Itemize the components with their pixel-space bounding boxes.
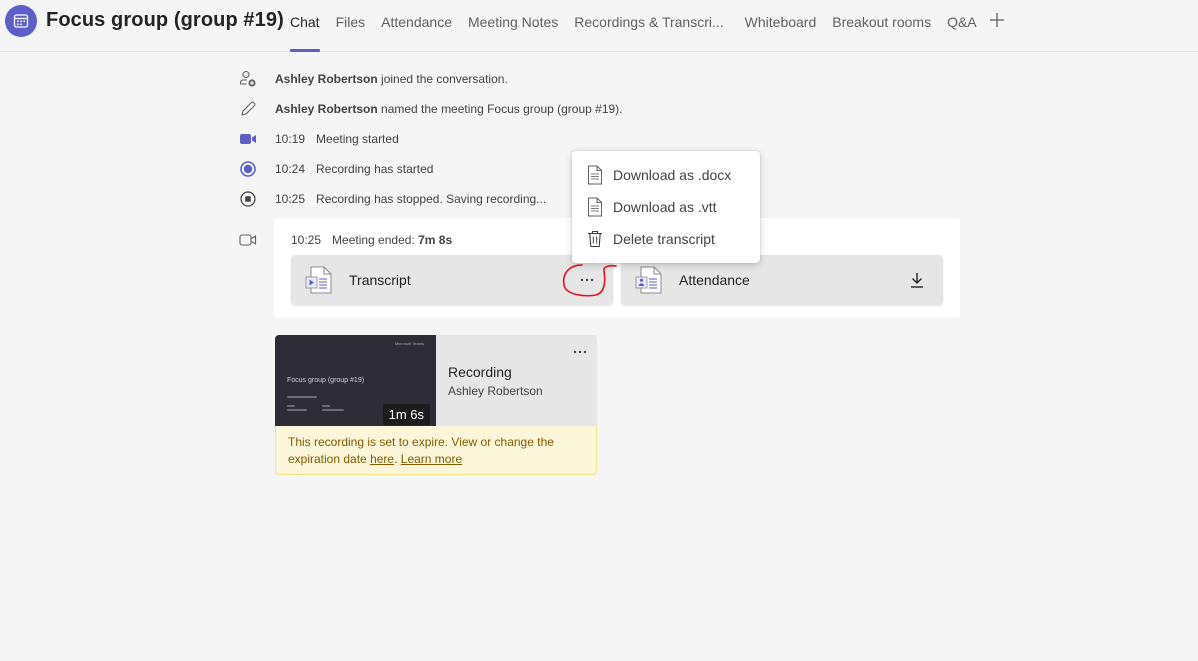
tab-whiteboard[interactable]: Whiteboard [745, 0, 817, 52]
thumbnail-detail-line [322, 409, 344, 411]
event-time: 10:24 [275, 162, 305, 176]
thumbnail-brand: Microsoft Teams [395, 341, 424, 346]
recording-card: Microsoft Teams Focus group (group #19) … [275, 335, 597, 475]
meeting-ended-label: Meeting ended: [332, 233, 418, 247]
more-options-icon[interactable] [566, 338, 594, 366]
download-icon[interactable] [903, 266, 931, 294]
transcript-file-icon [305, 265, 335, 295]
event-actor: Ashley Robertson [275, 102, 378, 116]
record-icon [237, 158, 259, 180]
event-text: Recording has stopped. Saving recording.… [316, 192, 546, 206]
tab-attendance[interactable]: Attendance [381, 0, 452, 52]
expiration-here-link[interactable]: here [370, 452, 394, 466]
meeting-duration: 7m 8s [418, 233, 452, 247]
thumbnail-title: Focus group (group #19) [287, 377, 364, 384]
tab-qa[interactable]: Q&A [947, 0, 977, 52]
tab-chat[interactable]: Chat [290, 0, 320, 52]
expiration-notice: This recording is set to expire. View or… [275, 426, 597, 475]
recording-header[interactable]: Microsoft Teams Focus group (group #19) … [275, 335, 597, 426]
transcript-name: Transcript [349, 272, 411, 288]
menu-item-label: Download as .docx [613, 167, 731, 183]
menu-item-label: Delete transcript [613, 231, 715, 247]
event-time: 10:25 [291, 233, 321, 247]
attendance-name: Attendance [679, 272, 750, 288]
thumbnail-detail-line [287, 396, 317, 398]
event-text: Meeting started [316, 132, 399, 146]
event-time: 10:25 [275, 192, 305, 206]
event-renamed: Ashley Robertson named the meeting Focus… [237, 98, 623, 120]
meeting-ended-line: 10:25 Meeting ended: 7m 8s [291, 233, 452, 247]
tab-bar: Chat Files Attendance Meeting Notes Reco… [290, 0, 977, 52]
expiration-separator: . [394, 452, 401, 466]
menu-item-download-vtt[interactable]: Download as .vtt [572, 191, 760, 223]
event-recording-stopped: 10:25 Recording has stopped. Saving reco… [237, 188, 546, 210]
tab-meeting-notes[interactable]: Meeting Notes [468, 0, 558, 52]
calendar-icon [5, 5, 37, 37]
transcript-tile[interactable]: Transcript [291, 255, 613, 305]
more-options-icon[interactable] [573, 266, 601, 294]
event-meeting-started: 10:19 Meeting started [237, 128, 399, 150]
thumbnail-detail-line [287, 409, 307, 411]
event-time: 10:19 [275, 132, 305, 146]
person-add-icon [237, 68, 259, 90]
event-text: joined the conversation. [378, 72, 508, 86]
thumbnail-detail-line [287, 405, 295, 407]
event-recording-started: 10:24 Recording has started [237, 158, 433, 180]
recording-title: Recording [448, 364, 512, 380]
transcript-context-menu: Download as .docx Download as .vtt Delet… [572, 151, 760, 263]
learn-more-link[interactable]: Learn more [401, 452, 462, 466]
attendance-file-icon [635, 265, 665, 295]
plus-icon[interactable] [988, 11, 1006, 29]
document-icon [586, 197, 604, 217]
meeting-header: Focus group (group #19) Chat Files Atten… [0, 0, 1198, 52]
tab-breakout-rooms[interactable]: Breakout rooms [832, 0, 931, 52]
tab-recordings-transcripts[interactable]: Recordings & Transcri... [574, 0, 723, 52]
pencil-icon [237, 98, 259, 120]
event-joined: Ashley Robertson joined the conversation… [237, 68, 508, 90]
menu-item-delete-transcript[interactable]: Delete transcript [572, 223, 760, 255]
menu-item-download-docx[interactable]: Download as .docx [572, 159, 760, 191]
page-title: Focus group (group #19) [46, 9, 284, 32]
tab-files[interactable]: Files [336, 0, 366, 52]
video-camera-outline-icon [239, 233, 257, 252]
video-camera-icon [237, 128, 259, 150]
menu-item-label: Download as .vtt [613, 199, 717, 215]
thumbnail-detail-line [322, 405, 330, 407]
event-text: named the meeting Focus group (group #19… [378, 102, 623, 116]
stop-icon [237, 188, 259, 210]
document-icon [586, 165, 604, 185]
event-actor: Ashley Robertson [275, 72, 378, 86]
recording-owner: Ashley Robertson [448, 384, 543, 398]
event-text: Recording has started [316, 162, 433, 176]
trash-icon [586, 229, 604, 249]
recording-thumbnail[interactable]: Microsoft Teams Focus group (group #19) … [275, 335, 436, 426]
recording-duration: 1m 6s [383, 404, 430, 425]
